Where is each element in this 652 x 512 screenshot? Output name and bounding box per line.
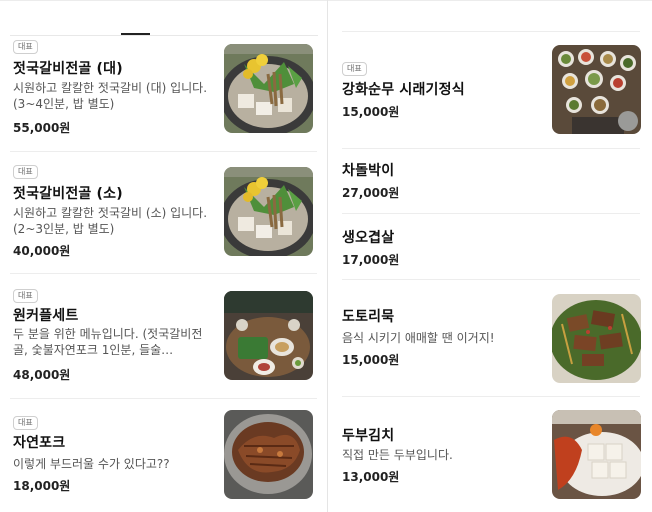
menu-page: 대표 젓국갈비전골 (대) 시원하고 칼칼한 젓국갈비 (대) 입니다. (3~… (0, 0, 652, 512)
menu-item-description: 음식 시키기 애매할 땐 이거지! (342, 331, 495, 345)
item-separator (342, 31, 640, 32)
item-separator (342, 396, 640, 397)
tab-underline-rule (10, 35, 318, 36)
top-border (0, 0, 652, 1)
side-dishes-photo[interactable] (552, 45, 641, 134)
set-meal-photo[interactable] (224, 291, 313, 380)
menu-item-price: 27,000원 (342, 186, 400, 200)
menu-item-description: 이렇게 부드러울 수가 있다고?? (13, 457, 170, 471)
item-separator (10, 273, 317, 274)
menu-item-name: 차돌박이 (342, 163, 395, 179)
menu-item-price: 55,000원 (13, 121, 71, 135)
menu-item-description: 시원하고 칼칼한 젓국갈비 (대) 입니다. (3~4인분, 밥 별도) (13, 81, 208, 111)
menu-item-description: 직접 만든 두부입니다. (342, 448, 453, 462)
menu-item-description: 두 분을 위한 메뉴입니다. (젓국갈비전골, 숯불자연포크 1인분, 들술… (13, 327, 203, 357)
menu-item-name: 강화순무 시래기정식 (342, 82, 465, 98)
menu-item-price: 18,000원 (13, 479, 71, 493)
menu-item-name: 도토리묵 (342, 309, 395, 325)
menu-item[interactable]: 대표 원커플세트 두 분을 위한 메뉴입니다. (젓국갈비전골, 숯불자연포크 … (0, 289, 327, 385)
menu-item-name: 생오겹살 (342, 230, 395, 246)
signature-badge: 대표 (342, 62, 367, 76)
signature-badge: 대표 (13, 40, 38, 54)
grilled-pork-photo[interactable] (224, 410, 313, 499)
menu-item[interactable]: 대표 젓국갈비전골 (소) 시원하고 칼칼한 젓국갈비 (소) 입니다. (2~… (0, 165, 327, 261)
menu-item[interactable]: 도토리묵 음식 시키기 애매할 땐 이거지! 15,000원 (328, 294, 652, 386)
hotpot-photo[interactable] (224, 167, 313, 256)
hotpot-photo[interactable] (224, 44, 313, 133)
item-separator (342, 279, 640, 280)
menu-item[interactable]: 두부김치 직접 만든 두부입니다. 13,000원 (328, 410, 652, 505)
signature-badge: 대표 (13, 165, 38, 179)
menu-item-price: 15,000원 (342, 353, 400, 367)
menu-item-name: 자연포크 (13, 435, 66, 451)
menu-item[interactable]: 대표 강화순무 시래기정식 15,000원 (328, 45, 652, 138)
menu-item-description: 시원하고 칼칼한 젓국갈비 (소) 입니다. (2~3인분, 밥 별도) (13, 206, 208, 236)
item-separator (10, 398, 317, 399)
menu-item[interactable]: 차돌박이 27,000원 (328, 158, 652, 204)
menu-item[interactable]: 대표 자연포크 이렇게 부드러울 수가 있다고?? 18,000원 (0, 410, 327, 512)
menu-item-price: 15,000원 (342, 105, 400, 119)
tofu-kimchi-photo[interactable] (552, 410, 641, 499)
signature-badge: 대표 (13, 289, 38, 303)
item-separator (342, 148, 640, 149)
menu-item[interactable]: 대표 젓국갈비전골 (대) 시원하고 칼칼한 젓국갈비 (대) 입니다. (3~… (0, 40, 327, 136)
acorn-jelly-photo[interactable] (552, 294, 641, 383)
menu-item-price: 48,000원 (13, 368, 71, 382)
menu-item-price: 13,000원 (342, 470, 400, 484)
menu-item-price: 40,000원 (13, 244, 71, 258)
menu-item-name: 두부김치 (342, 428, 395, 444)
menu-item-name: 젓국갈비전골 (소) (13, 186, 123, 202)
menu-item-name: 원커플세트 (13, 308, 79, 324)
menu-item-name: 젓국갈비전골 (대) (13, 61, 123, 77)
item-separator (342, 213, 640, 214)
signature-badge: 대표 (13, 416, 38, 430)
menu-item-price: 17,000원 (342, 253, 400, 267)
menu-item[interactable]: 생오겹살 17,000원 (328, 225, 652, 271)
item-separator (10, 151, 317, 152)
